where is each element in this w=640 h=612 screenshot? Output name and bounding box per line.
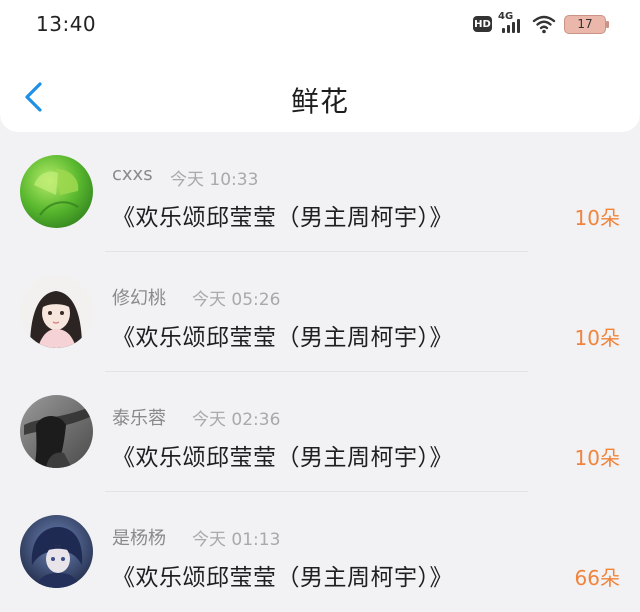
book-title[interactable]: 《欢乐颂邱莹莹（男主周柯宇）》 bbox=[112, 318, 453, 352]
avatar[interactable] bbox=[20, 275, 93, 348]
flower-list: cxxs 今天 10:33 《欢乐颂邱莹莹（男主周柯宇）》 10朵 修幻桃 今天… bbox=[0, 132, 640, 612]
avatar[interactable] bbox=[20, 395, 93, 468]
status-time: 13:40 bbox=[36, 12, 97, 36]
status-icons: HD 4G 17 bbox=[473, 11, 609, 35]
timestamp: 今天 01:13 bbox=[192, 530, 281, 550]
list-item[interactable]: 泰乐蓉 今天 02:36 《欢乐颂邱莹莹（男主周柯宇）》 10朵 bbox=[0, 372, 640, 492]
list-item[interactable]: 修幻桃 今天 05:26 《欢乐颂邱莹莹（男主周柯宇）》 10朵 bbox=[0, 252, 640, 372]
list-item[interactable]: 是杨杨 今天 01:13 《欢乐颂邱莹莹（男主周柯宇）》 66朵 bbox=[0, 492, 640, 612]
username: 泰乐蓉 bbox=[112, 408, 166, 429]
flower-count: 10朵 bbox=[574, 326, 620, 350]
avatar[interactable] bbox=[20, 515, 93, 588]
list-item[interactable]: cxxs 今天 10:33 《欢乐颂邱莹莹（男主周柯宇）》 10朵 bbox=[0, 132, 640, 252]
flower-count: 66朵 bbox=[574, 566, 620, 590]
username: 是杨杨 bbox=[112, 528, 166, 549]
hd-icon: HD bbox=[473, 16, 492, 32]
timestamp: 今天 10:33 bbox=[170, 170, 259, 190]
flower-count: 10朵 bbox=[574, 446, 620, 470]
book-title[interactable]: 《欢乐颂邱莹莹（男主周柯宇）》 bbox=[112, 198, 453, 232]
book-title[interactable]: 《欢乐颂邱莹莹（男主周柯宇）》 bbox=[112, 438, 453, 472]
ginkgo-leaf-avatar-image bbox=[20, 155, 93, 228]
username: cxxs bbox=[112, 164, 153, 185]
timestamp: 今天 02:36 bbox=[192, 410, 281, 430]
anime-character-avatar-image bbox=[20, 515, 93, 588]
status-bar: 13:40 HD 4G 17 bbox=[0, 0, 640, 48]
timestamp: 今天 05:26 bbox=[192, 290, 281, 310]
battery-icon: 17 bbox=[564, 14, 609, 34]
dark-hair-portrait-avatar-image bbox=[20, 395, 93, 468]
top-bar: 13:40 HD 4G 17 鲜花 bbox=[0, 0, 640, 132]
book-title[interactable]: 《欢乐颂邱莹莹（男主周柯宇）》 bbox=[112, 558, 453, 592]
girl-portrait-avatar-image bbox=[20, 275, 93, 348]
signal-icon: 4G bbox=[498, 11, 524, 35]
page-title: 鲜花 bbox=[290, 85, 349, 118]
username: 修幻桃 bbox=[112, 288, 166, 309]
avatar[interactable] bbox=[20, 155, 93, 228]
flower-count: 10朵 bbox=[574, 206, 620, 230]
wifi-icon bbox=[532, 15, 556, 34]
